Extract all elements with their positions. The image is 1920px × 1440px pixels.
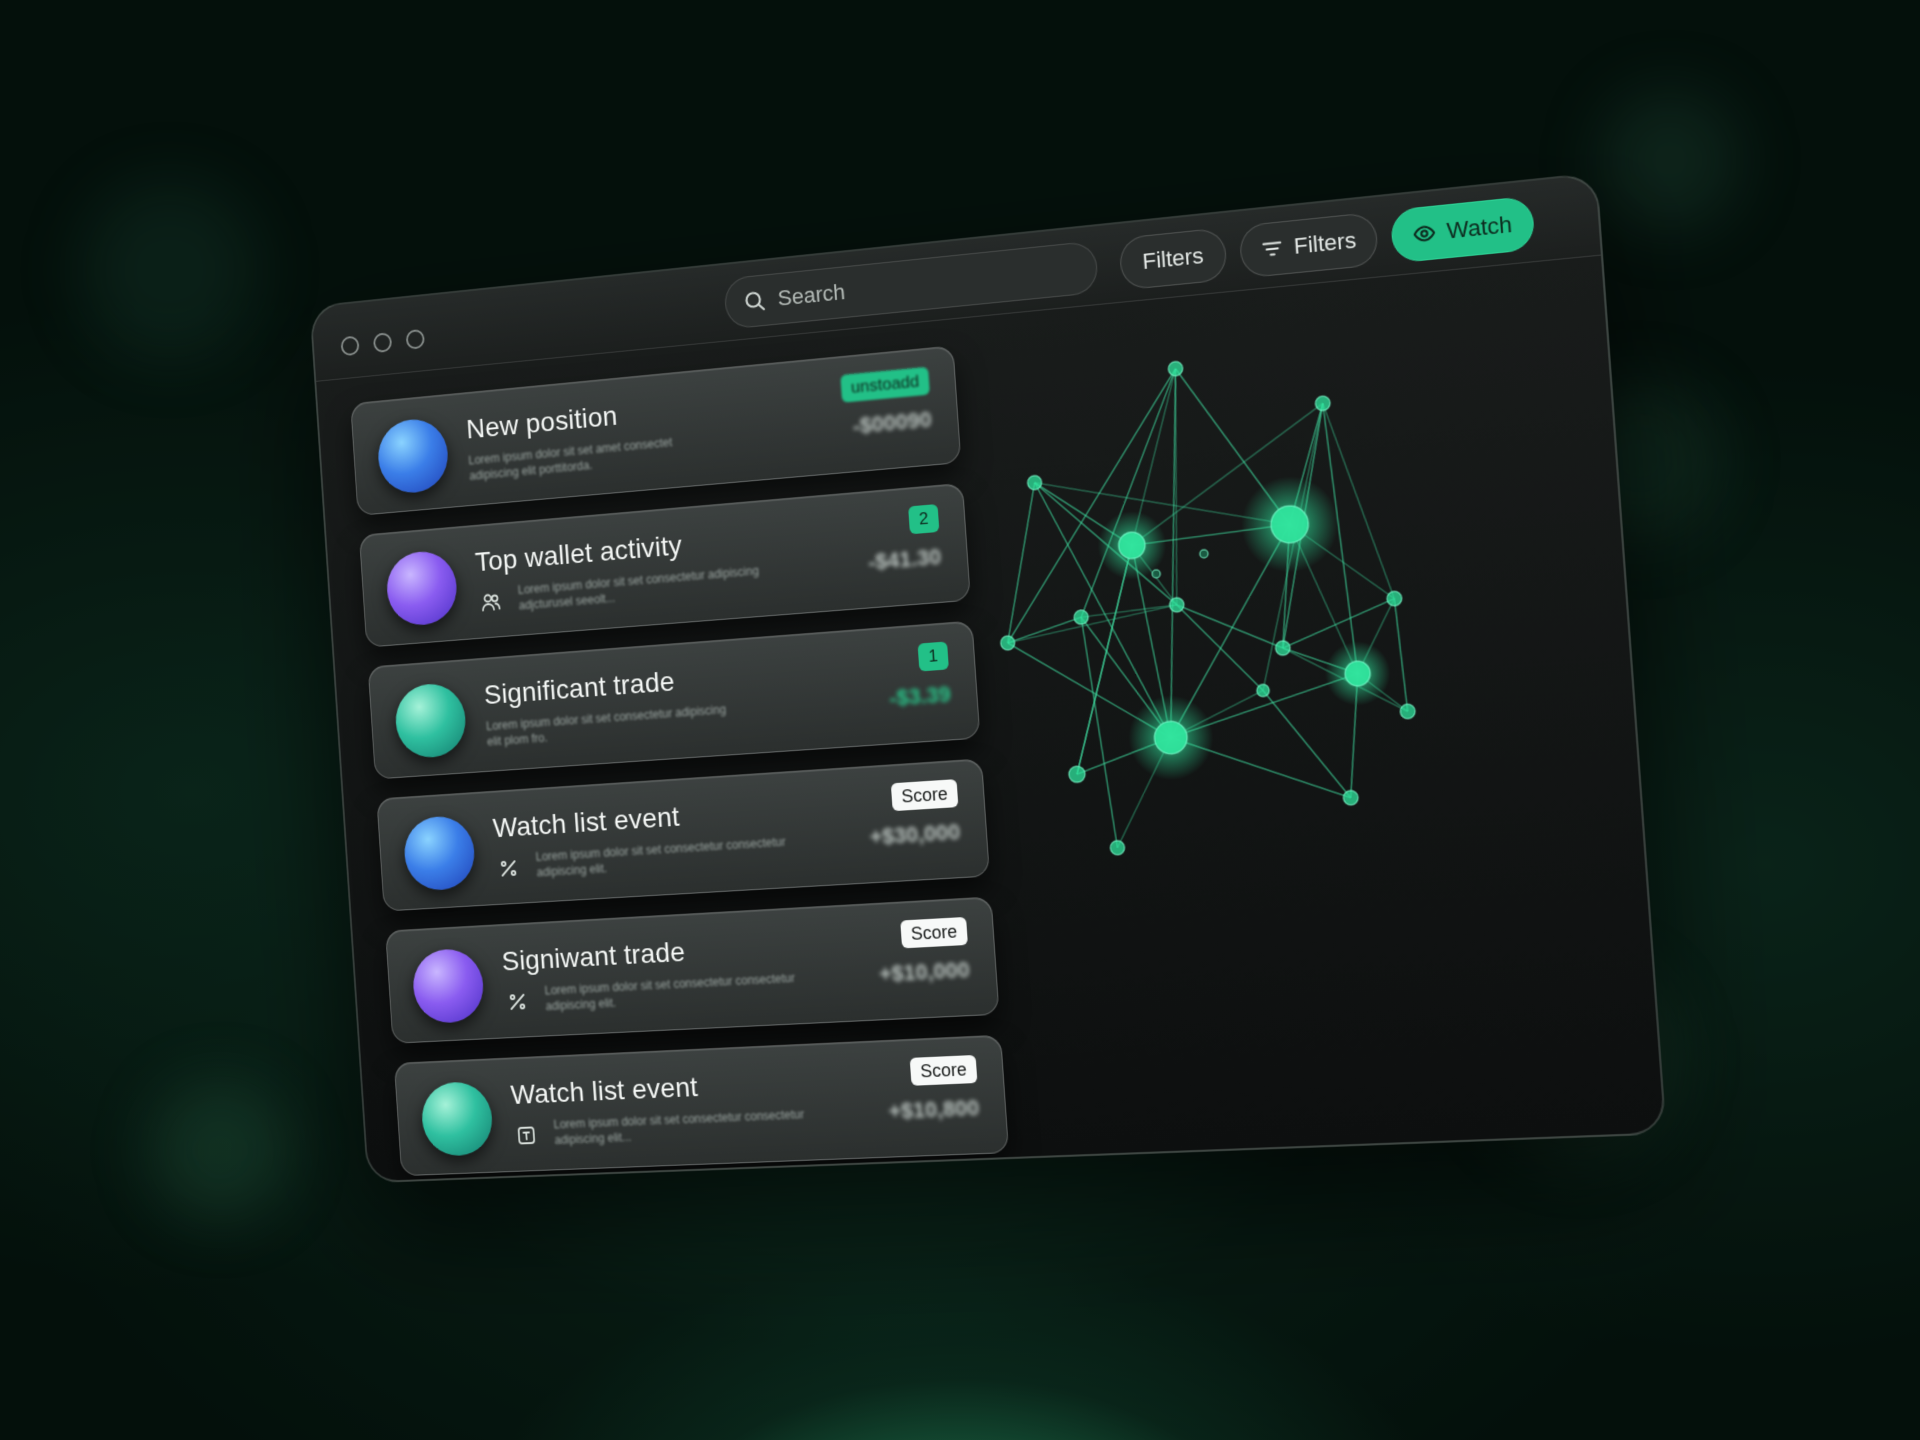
graph-edge	[1394, 598, 1407, 712]
score-badge[interactable]: Score	[910, 1055, 978, 1086]
graph-node	[1323, 639, 1393, 708]
graph-node	[1074, 610, 1089, 625]
graph-edge	[997, 483, 1046, 643]
token-avatar	[420, 1081, 494, 1157]
graph-edge	[1177, 597, 1283, 655]
zoom-window-button[interactable]	[406, 329, 425, 350]
graph-nodes	[982, 342, 1424, 861]
graph-edge	[1263, 685, 1351, 803]
activity-list: New position Lorem ipsum dolor sit set a…	[350, 345, 1010, 1183]
network-graph	[967, 280, 1628, 899]
graph-node	[1126, 693, 1216, 783]
graph-node	[1200, 549, 1209, 558]
graph-edge	[1006, 617, 1082, 643]
graph-node	[1275, 640, 1290, 655]
graph-edge	[1177, 599, 1263, 696]
token-avatar	[394, 682, 468, 760]
graph-node	[1238, 472, 1341, 575]
graph-edge	[1160, 369, 1192, 605]
watch-button[interactable]: Watch	[1390, 196, 1536, 264]
card-title: Watch list event	[510, 1071, 699, 1110]
token-avatar	[411, 948, 485, 1025]
filter-lines-icon	[1260, 237, 1284, 262]
graph-node	[1110, 840, 1125, 855]
minimize-window-button[interactable]	[373, 332, 392, 353]
activity-card-signiwant-trade[interactable]: Signiwant trade Lorem ipsum dolor sit se…	[385, 896, 999, 1043]
watch-button-label: Watch	[1446, 211, 1513, 244]
token-avatar	[376, 416, 450, 495]
users-icon	[477, 588, 505, 617]
stage: Filters Filters Watch New position Lorem…	[0, 0, 1920, 1440]
graph-edge	[1280, 599, 1397, 648]
card-description: Lorem ipsum dolor sit set consectetur co…	[553, 1106, 811, 1148]
card-description: Lorem ipsum dolor sit set consectetur co…	[535, 834, 792, 881]
graph-node	[1027, 475, 1042, 490]
activity-card-watch-list[interactable]: Watch list event Lorem ipsum dolor sit s…	[376, 758, 990, 911]
filters-dropdown-button[interactable]: Filters	[1238, 212, 1379, 279]
graph-node	[1315, 396, 1331, 412]
graph-node	[1343, 790, 1359, 805]
card-amount: +$10,000	[878, 957, 970, 988]
filters-button-label: Filters	[1142, 243, 1205, 275]
count-badge: 2	[908, 504, 939, 534]
close-window-button[interactable]	[340, 335, 359, 356]
graph-node	[1152, 570, 1161, 579]
token-avatar	[385, 549, 459, 628]
search-bar[interactable]	[723, 240, 1099, 329]
graph-node	[1256, 684, 1269, 697]
card-title: Watch list event	[492, 801, 681, 844]
eye-icon	[1412, 221, 1437, 246]
card-amount: +$30,000	[869, 819, 961, 850]
percent-icon	[504, 988, 532, 1016]
card-title: New position	[465, 400, 618, 445]
graph-node	[1168, 361, 1183, 376]
score-badge[interactable]: Score	[891, 779, 959, 811]
card-amount: -$3.39	[889, 681, 952, 711]
count-badge: 1	[918, 641, 949, 671]
percent-icon	[495, 854, 523, 883]
card-description: Lorem ipsum dolor sit set consectetur co…	[544, 970, 801, 1014]
graph-node	[1400, 704, 1416, 719]
graph-edge	[990, 369, 1194, 643]
activity-card-watch-list-2[interactable]: Watch list event Lorem ipsum dolor sit s…	[394, 1035, 1009, 1176]
graph-node	[1068, 766, 1085, 783]
graph-node	[1387, 591, 1403, 607]
search-icon	[742, 288, 767, 314]
graph-edges	[990, 349, 1416, 853]
filters-dropdown-label: Filters	[1293, 227, 1357, 260]
card-amount: -$41.30	[867, 544, 942, 576]
card-amount: +$10,800	[888, 1095, 981, 1125]
graph-edge	[1006, 605, 1179, 643]
graph-node	[1000, 635, 1015, 650]
card-title: Signiwant trade	[501, 936, 686, 977]
filters-button[interactable]: Filters	[1118, 227, 1227, 290]
card-amount: -$00090	[852, 407, 933, 440]
status-badge: unstoadd	[840, 367, 930, 403]
token-avatar	[402, 815, 476, 892]
graph-node	[1169, 597, 1184, 612]
score-badge[interactable]: Score	[900, 917, 968, 948]
text-box-icon	[513, 1121, 541, 1149]
app-window: Filters Filters Watch New position Lorem…	[309, 172, 1666, 1183]
window-controls	[340, 329, 425, 356]
card-title: Significant trade	[483, 666, 676, 711]
search-input[interactable]	[777, 256, 1073, 312]
activity-card-significant-trade[interactable]: Significant trade Lorem ipsum dolor sit …	[368, 620, 981, 779]
